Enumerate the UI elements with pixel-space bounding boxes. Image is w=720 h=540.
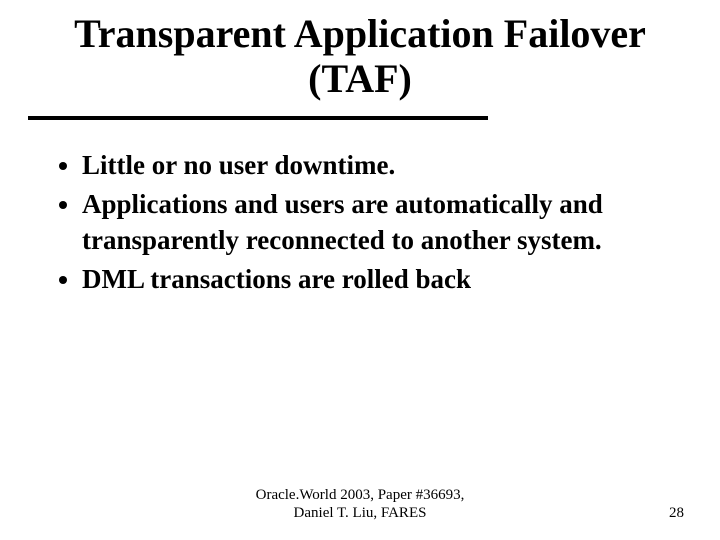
slide: Transparent Application Failover (TAF) L… (0, 0, 720, 540)
bullet-list: Little or no user downtime. Applications… (28, 148, 692, 299)
bullet-item: Applications and users are automatically… (82, 187, 692, 258)
title-underline (28, 116, 488, 120)
footer-line: Daniel T. Liu, FARES (0, 504, 720, 522)
page-number: 28 (669, 505, 684, 522)
bullet-item: Little or no user downtime. (82, 148, 692, 184)
footer-line: Oracle.World 2003, Paper #36693, (0, 486, 720, 504)
slide-footer: Oracle.World 2003, Paper #36693, Daniel … (0, 486, 720, 522)
footer-citation: Oracle.World 2003, Paper #36693, Daniel … (0, 486, 720, 522)
slide-title: Transparent Application Failover (TAF) (28, 12, 692, 110)
bullet-item: DML transactions are rolled back (82, 262, 692, 298)
